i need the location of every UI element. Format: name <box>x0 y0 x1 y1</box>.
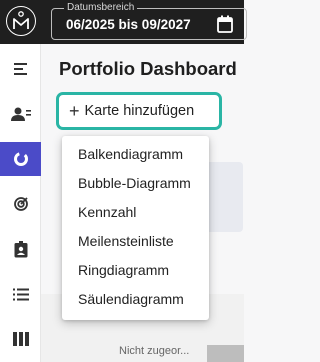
users-icon[interactable] <box>0 97 41 131</box>
menu-item-bar-chart[interactable]: Balkendiagramm <box>62 140 209 169</box>
date-range-label: Datumsbereich <box>64 1 138 15</box>
calendar-icon[interactable] <box>217 15 233 38</box>
top-bar: Datumsbereich 06/2025 bis 09/2027 <box>0 0 247 44</box>
add-card-label: Karte hinzufügen <box>84 103 195 119</box>
menu-icon[interactable] <box>0 52 41 86</box>
columns-icon[interactable] <box>0 322 41 356</box>
menu-item-donut-chart[interactable]: Ringdiagramm <box>62 256 209 285</box>
status-bar <box>207 345 244 362</box>
sidebar <box>0 44 41 362</box>
date-range-value[interactable]: 06/2025 bis 09/2027 <box>66 17 191 32</box>
logo-icon[interactable] <box>6 6 36 36</box>
menu-item-column-chart[interactable]: Säulendiagramm <box>62 285 209 314</box>
card-type-menu: Balkendiagramm Bubble-Diagramm Kennzahl … <box>62 136 209 320</box>
dashboard-icon[interactable] <box>0 142 41 176</box>
menu-item-bubble-chart[interactable]: Bubble-Diagramm <box>62 169 209 198</box>
target-icon[interactable] <box>0 187 41 221</box>
menu-item-kpi[interactable]: Kennzahl <box>62 198 209 227</box>
plus-icon: + <box>69 101 80 121</box>
list-icon[interactable] <box>0 277 41 311</box>
menu-item-milestone-list[interactable]: Meilensteinliste <box>62 227 209 256</box>
add-card-button[interactable]: + Karte hinzufügen <box>56 92 222 130</box>
page-title: Portfolio Dashboard <box>59 58 237 79</box>
badge-icon[interactable] <box>0 232 41 266</box>
date-range-field[interactable]: Datumsbereich 06/2025 bis 09/2027 <box>51 1 247 40</box>
status-text: Nicht zugeor... <box>119 345 190 357</box>
